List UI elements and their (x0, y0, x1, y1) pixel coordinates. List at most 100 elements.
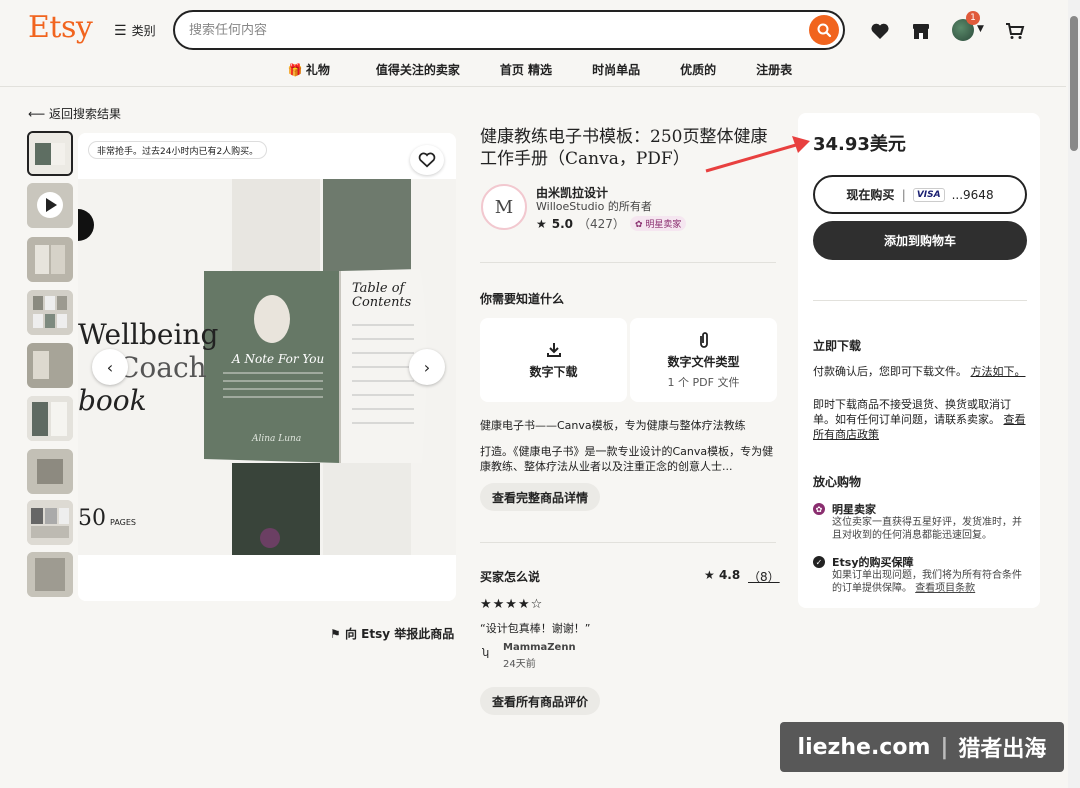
popularity-pill: 非常抢手。过去24小时内已有2人购买。 (88, 141, 268, 159)
file-type-card: 数字文件类型 1 个 PDF 文件 (630, 318, 777, 402)
star-seller-title: 明星卖家 (832, 503, 876, 516)
review-avg-value: 4.8 (718, 568, 741, 582)
search-button[interactable] (809, 15, 839, 45)
gift-icon: 🎁 (287, 62, 303, 77)
thumbnail-5[interactable] (27, 343, 73, 388)
reviews-heading: 买家怎么说 (480, 570, 541, 584)
nav-premium[interactable]: 优质的 (680, 61, 716, 78)
page-count: 50 PAGES (78, 506, 136, 531)
thumbnail-9[interactable] (27, 552, 73, 597)
program-terms-link[interactable]: 查看项目条款 (915, 583, 975, 594)
thumbnail-6[interactable] (27, 396, 73, 441)
view-all-reviews-button[interactable]: 查看所有商品评价 (480, 687, 601, 715)
thumbnail-7[interactable] (27, 449, 73, 494)
reviewer-name[interactable]: MammaZenn (503, 642, 576, 653)
paperclip-icon (699, 331, 708, 348)
thumbnail-8[interactable] (27, 500, 73, 545)
page-scrollbar[interactable] (1068, 0, 1080, 788)
review-count: （427） (578, 217, 625, 231)
review-count-link[interactable]: （8） (748, 568, 780, 585)
heart-outline-icon (418, 152, 436, 168)
watermark-domain: liezhe.com (797, 734, 931, 760)
buy-now-label: 现在购买 (846, 188, 895, 202)
star-icon: ★ (536, 216, 547, 231)
categories-button[interactable]: ☰ 类别 (114, 22, 156, 39)
buy-now-button[interactable]: 现在购买 | VISA ...9648 (813, 175, 1027, 214)
chevron-right-icon: › (423, 357, 431, 377)
purchase-protection-text: 如果订单出现问题，我们将为所有符合条件的订单提供保障。 查看项目条款 (832, 569, 1028, 595)
chevron-left-icon: ‹ (106, 357, 114, 377)
how-it-works-link[interactable]: 方法如下。 (971, 365, 1026, 378)
favorites-heart-icon[interactable] (869, 20, 891, 42)
card-title: 数字文件类型 (667, 354, 740, 369)
watermark: liezhe.com | 猎者出海 (780, 722, 1064, 772)
menu-icon: ☰ (114, 22, 127, 39)
price: 34.93美元 (813, 134, 906, 155)
thumbnail-1[interactable] (27, 131, 73, 176)
search-bar (173, 10, 845, 50)
report-label: 向 Etsy 举报此商品 (344, 627, 455, 641)
card-title: 数字下载 (529, 364, 578, 379)
report-item-link[interactable]: ⚑ 向 Etsy 举报此商品 (330, 625, 454, 642)
top-nav: 🎁 礼物 值得关注的卖家 首页 精选 时尚单品 优质的 注册表 (0, 61, 1080, 78)
card-last4: ...9648 (951, 187, 994, 202)
thumbnail-4[interactable] (27, 290, 73, 335)
cart-icon[interactable] (1004, 20, 1026, 42)
etsy-logo[interactable]: Etsy (28, 10, 93, 45)
policy-text: 即时下载商品不接受退货、换货或取消订单。如有任何订单问题，请联系卖家。 查看所有… (813, 397, 1027, 442)
instant-download-heading: 立即下载 (813, 339, 862, 353)
nav-featured-sellers[interactable]: 值得关注的卖家 (376, 61, 460, 78)
scrollbar-thumb[interactable] (1070, 16, 1078, 151)
shop-owner: WilloeStudio 的所有者 (536, 200, 652, 213)
review-average: ★ 4.8 (704, 568, 741, 582)
review-quote: “设计包真棒！谢谢！” (480, 622, 591, 635)
nav-label: 礼物 (305, 63, 330, 77)
description-paragraph: 打造。《健康电子书》是一款专业设计的Canva模板，专为健康教练、整体疗法从业者… (480, 445, 774, 473)
arrow-left-icon: ⟵ (28, 107, 46, 121)
rating-value: 5.0 (551, 216, 574, 231)
review-stars: ★★★★☆ (480, 597, 544, 612)
know-heading: 你需要知道什么 (480, 292, 565, 306)
book-left-title: A Note For You (232, 352, 325, 366)
notification-badge: 1 (966, 11, 980, 25)
search-input[interactable] (189, 22, 809, 38)
purchase-protection-title: Etsy的购买保障 (832, 556, 914, 569)
shop-rating[interactable]: ★ 5.0 （427） ✿ 明星卖家 (536, 215, 687, 232)
add-to-cart-button[interactable]: 添加到购物车 (813, 221, 1027, 260)
digital-download-card: 数字下载 (480, 318, 627, 402)
search-icon (817, 23, 832, 38)
back-to-results-link[interactable]: ⟵ 返回搜索结果 (28, 105, 121, 122)
nav-fashion[interactable]: 时尚单品 (592, 61, 640, 78)
star-seller-label: 明星卖家 (645, 220, 682, 230)
shop-logo[interactable]: M (481, 184, 527, 230)
header-divider (0, 86, 1066, 87)
star-seller-text: 这位卖家一直获得五星好评，发货准时，并且对收到的任何消息都能迅速回复。 (832, 517, 1022, 541)
card-subtitle: 1 个 PDF 文件 (667, 375, 740, 389)
thumbnail-3[interactable] (27, 237, 73, 282)
description-line1: 健康电子书——Canva模板，专为健康与整体疗法教练 (480, 419, 746, 432)
view-full-details-button[interactable]: 查看完整商品详情 (480, 483, 601, 511)
page-count-label: PAGES (110, 518, 136, 527)
annotation-arrow-icon (705, 136, 810, 173)
prev-image-button[interactable]: ‹ (92, 349, 128, 385)
cover-line-1: Wellbeing (78, 318, 219, 351)
chevron-down-icon[interactable]: ▼ (977, 24, 984, 34)
watermark-brand: 猎者出海 (958, 737, 1047, 762)
favorite-button[interactable] (410, 145, 444, 175)
categories-label: 类别 (131, 24, 156, 38)
next-image-button[interactable]: › (409, 349, 445, 385)
flag-icon: ⚑ (330, 627, 341, 641)
back-label: 返回搜索结果 (49, 107, 122, 121)
star-seller-icon: ✿ (813, 503, 825, 515)
nav-gifts[interactable]: 🎁 礼物 (288, 61, 330, 78)
policy-body: 即时下载商品不接受退货、换货或取消订单。如有任何订单问题，请联系卖家。 (813, 398, 1011, 426)
instant-text: 付款确认后，您即可下载文件。 (813, 365, 967, 378)
nav-home-picks[interactable]: 首页 精选 (500, 61, 552, 78)
download-icon (546, 342, 561, 357)
thumbnail-video[interactable] (27, 183, 73, 228)
book-signature: Alina Luna (252, 434, 302, 444)
shop-store-icon[interactable] (910, 20, 932, 42)
divider (480, 262, 776, 263)
nav-registry[interactable]: 注册表 (756, 61, 792, 78)
visa-icon: VISA (912, 187, 945, 202)
